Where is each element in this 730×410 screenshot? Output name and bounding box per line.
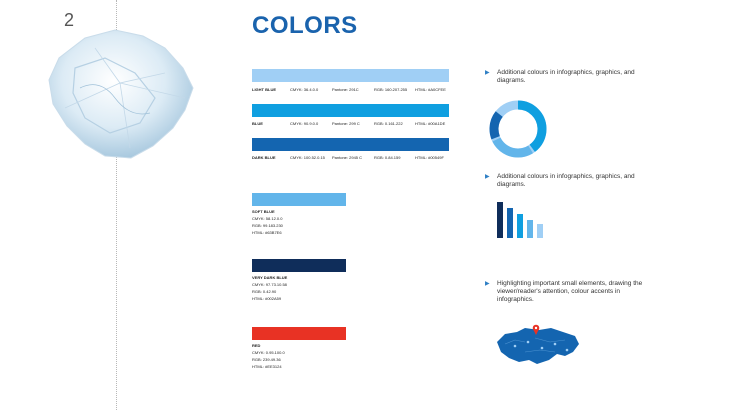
color-name: VERY DARK BLUE [252,275,288,280]
color-name: RED [252,343,261,348]
light-blue-info: LIGHT BLUE CMYK: 36.4.0.0 Pantone: 291C … [252,87,449,92]
dark-blue-bar [252,138,449,151]
ice-crystal-icon [48,29,194,159]
red-info: RED CMYK: 0.95.100.0 RGB: 239.49.36 HTML… [252,342,285,370]
html-value: HTML: #00549F [415,155,444,160]
cmyk-value: CMYK: 0.95.100.0 [252,350,285,355]
pantone-value: Pantone: 2945 C [332,155,363,160]
bullet-text: Additional colours in infographics, grap… [497,173,635,188]
html-value: HTML: #EE3124 [252,364,282,369]
pantone-value: Pantone: 299 C [332,121,360,126]
soft-blue-info: SOFT BLUE CMYK: 58.12.0.0 RGB: 99.183.23… [252,208,283,236]
cmyk-value: CMYK: 100.52.0.15 [290,155,325,160]
blue-info: BLUE CMYK: 90.9.0.0 Pantone: 299 C RGB: … [252,121,449,126]
color-name: DARK BLUE [252,155,276,160]
color-name: LIGHT BLUE [252,87,276,92]
cmyk-value: CMYK: 90.9.0.0 [290,121,319,126]
html-value: HTML: #002A59 [252,296,282,301]
color-name: SOFT BLUE [252,209,275,214]
rgb-value: RGB: 239.49.36 [252,357,281,362]
bullet-text: Highlighting important small elements, d… [497,280,643,303]
cmyk-value: CMYK: 58.12.0.0 [252,216,283,221]
pantone-value: Pantone: 291C [332,87,359,92]
cmyk-value: CMYK: 97.73.10.58 [252,282,287,287]
world-map-icon [497,324,579,364]
rgb-value: RGB: 0.42.90 [252,289,277,294]
very-dark-blue-swatch [252,259,346,272]
bullet-2: ▶ Additional colours in infographics, gr… [485,173,655,189]
page-title: COLORS [252,12,358,39]
soft-blue-swatch [252,193,346,206]
color-name: BLUE [252,121,263,126]
rgb-value: RGB: 99.183.230 [252,223,283,228]
donut-chart-icon [489,100,547,158]
very-dark-blue-info: VERY DARK BLUE CMYK: 97.73.10.58 RGB: 0.… [252,274,287,302]
rgb-value: RGB: 160.207.255 [374,87,408,92]
bullet-1: ▶ Additional colours in infographics, gr… [485,69,655,85]
bar-chart-icon [497,202,543,238]
dark-blue-info: DARK BLUE CMYK: 100.52.0.15 Pantone: 294… [252,155,449,160]
html-value: HTML: #A0CFEE [415,87,446,92]
rgb-value: RGB: 0.84.159 [374,155,401,160]
html-value: HTML: #00A1DE [415,121,446,126]
red-swatch [252,327,346,340]
bullet-text: Additional colours in infographics, grap… [497,69,635,84]
html-value: HTML: #63B7E6 [252,230,282,235]
rgb-value: RGB: 0.161.222 [374,121,403,126]
triangle-right-icon: ▶ [485,174,490,180]
cmyk-value: CMYK: 36.4.0.0 [290,87,319,92]
triangle-right-icon: ▶ [485,281,490,287]
triangle-right-icon: ▶ [485,70,490,76]
blue-bar [252,104,449,117]
bullet-3: ▶ Highlighting important small elements,… [485,280,655,304]
light-blue-bar [252,69,449,82]
